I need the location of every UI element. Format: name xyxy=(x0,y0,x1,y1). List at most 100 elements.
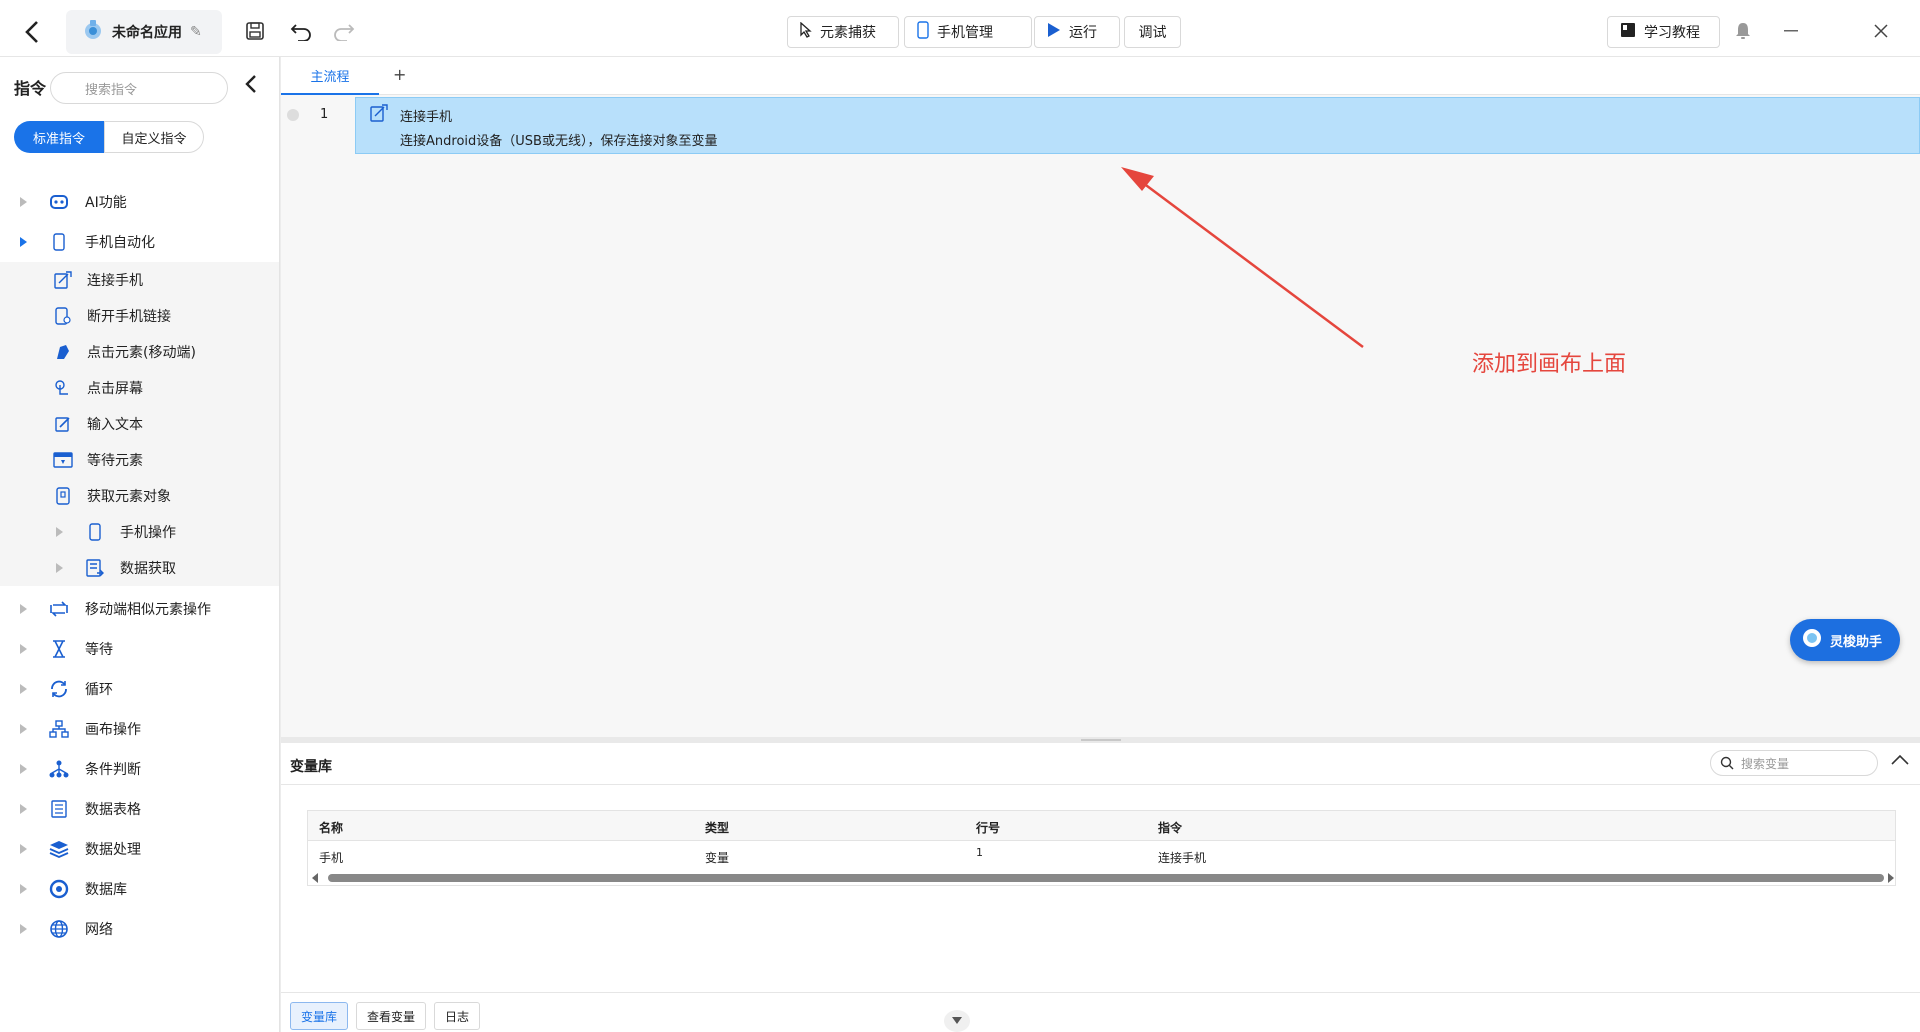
phone-manage-button[interactable]: 手机管理 xyxy=(904,16,1032,48)
expand-down-icon[interactable] xyxy=(944,1010,970,1032)
back-icon[interactable] xyxy=(20,18,44,46)
sidebar-item-database[interactable]: 数据库 xyxy=(0,869,279,909)
edit-icon[interactable]: ✎ xyxy=(190,24,202,40)
sidebar-item-label: 移动端相似元素操作 xyxy=(85,602,211,618)
expand-arrow-icon xyxy=(20,884,27,894)
scroll-right-icon[interactable] xyxy=(1888,873,1894,883)
debug-label: 调试 xyxy=(1138,25,1167,41)
bottom-tab-log[interactable]: 日志 xyxy=(434,1002,480,1030)
variable-panel-title: 变量库 xyxy=(290,759,332,775)
sidebar-item-wait[interactable]: 等待 xyxy=(0,629,279,669)
variable-search-placeholder: 搜索变量 xyxy=(1741,756,1790,771)
scroll-left-icon[interactable] xyxy=(312,873,318,883)
sidebar-item-wait-element[interactable]: 等待元素 xyxy=(0,442,279,478)
database-icon xyxy=(48,878,70,900)
sidebar-item-disconnect-phone[interactable]: 断开手机链接 xyxy=(0,298,279,334)
hourglass-icon xyxy=(48,638,70,660)
globe-icon xyxy=(48,918,70,940)
debug-button[interactable]: 调试 xyxy=(1124,16,1181,48)
column-header-name: 名称 xyxy=(319,821,344,835)
save-icon[interactable] xyxy=(244,20,266,42)
sidebar-item-label: 画布操作 xyxy=(85,722,141,738)
minimize-icon[interactable] xyxy=(1780,20,1802,42)
sidebar-item-phone-automation[interactable]: 手机自动化 xyxy=(0,222,279,262)
cell-var-name[interactable]: 手机 xyxy=(319,849,343,866)
expand-arrow-icon xyxy=(20,724,27,734)
sidebar-item-condition[interactable]: 条件判断 xyxy=(0,749,279,789)
sidebar-item-phone-operation[interactable]: 手机操作 xyxy=(0,514,279,550)
sidebar-item-label: 循环 xyxy=(85,682,113,698)
book-icon xyxy=(1620,22,1636,42)
phone-manage-label: 手机管理 xyxy=(937,25,993,41)
sidebar-item-similar-elements[interactable]: 移动端相似元素操作 xyxy=(0,589,279,629)
sidebar-item-canvas[interactable]: 画布操作 xyxy=(0,709,279,749)
sidebar-item-network[interactable]: 网络 xyxy=(0,909,279,949)
sidebar-item-data-table[interactable]: 数据表格 xyxy=(0,789,279,829)
tutorial-button[interactable]: 学习教程 xyxy=(1607,16,1720,48)
flow-canvas: 主流程 + 1 连接手机 连接Android设备（USB或无线），保存连接对象至… xyxy=(281,57,1920,737)
collapse-panel-icon[interactable] xyxy=(1891,754,1909,770)
sidebar-item-input-text[interactable]: 输入文本 xyxy=(0,406,279,442)
tab-standard-commands[interactable]: 标准指令 xyxy=(14,121,104,153)
bell-icon[interactable] xyxy=(1733,20,1753,42)
variable-panel: 变量库 搜索变量 名称 类型 行号 指令 手机 变量 1 连接手机 变量库 查看… xyxy=(281,743,1920,1032)
sidebar-item-loop[interactable]: 循环 xyxy=(0,669,279,709)
resize-grip xyxy=(1081,739,1121,741)
expanded-arrow-icon xyxy=(20,237,27,247)
expand-arrow-icon xyxy=(20,197,27,207)
sidebar-item-ai[interactable]: AI功能 xyxy=(0,182,279,222)
command-search-placeholder: 搜索指令 xyxy=(85,82,138,98)
undo-icon[interactable] xyxy=(289,20,313,42)
element-capture-label: 元素捕获 xyxy=(820,25,876,41)
command-sidebar: 指令 搜索指令 标准指令 自定义指令 AI功能 手机自动化 连接手机 断开手机链… xyxy=(0,57,280,1032)
expand-arrow-icon xyxy=(56,527,63,537)
run-button[interactable]: 运行 xyxy=(1034,16,1120,48)
bottom-tab-view-variables[interactable]: 查看变量 xyxy=(356,1002,426,1030)
sidebar-item-data-fetch[interactable]: 数据获取 xyxy=(0,550,279,586)
sidebar-title: 指令 xyxy=(14,79,47,98)
phone-icon xyxy=(917,21,929,43)
sidebar-item-connect-phone[interactable]: 连接手机 xyxy=(0,262,279,298)
element-capture-button[interactable]: 元素捕获 xyxy=(787,16,899,48)
sidebar-item-tap-screen[interactable]: 点击屏幕 xyxy=(0,370,279,406)
sidebar-item-label: 数据处理 xyxy=(85,842,141,858)
loop-icon xyxy=(48,678,70,700)
tab-custom-label: 自定义指令 xyxy=(121,131,187,147)
tab-custom-commands[interactable]: 自定义指令 xyxy=(104,121,204,153)
data-fetch-icon xyxy=(84,557,106,579)
connect-phone-icon xyxy=(52,269,74,291)
expand-arrow-icon xyxy=(20,804,27,814)
table-header xyxy=(308,811,1895,841)
app-name-label: 未命名应用 xyxy=(112,25,182,41)
variable-table: 名称 类型 行号 指令 手机 变量 1 连接手机 xyxy=(307,810,1896,886)
sidebar-item-label: 获取元素对象 xyxy=(87,489,171,505)
panel-divider xyxy=(281,784,1920,785)
sidebar-item-data-processing[interactable]: 数据处理 xyxy=(0,829,279,869)
close-icon[interactable] xyxy=(1870,20,1892,42)
command-search-input[interactable]: 搜索指令 xyxy=(50,72,228,104)
bottom-tab-label: 查看变量 xyxy=(366,1009,415,1024)
expand-arrow-icon xyxy=(20,844,27,854)
phone-operation-icon xyxy=(84,521,106,543)
collapse-sidebar-icon[interactable] xyxy=(244,73,266,101)
sidebar-item-label: 点击元素(移动端) xyxy=(87,345,196,361)
assistant-button[interactable]: 灵梭助手 xyxy=(1790,619,1900,661)
wait-element-icon xyxy=(52,449,74,471)
variable-search-input[interactable]: 搜索变量 xyxy=(1710,750,1878,776)
bottom-tab-label: 变量库 xyxy=(300,1009,337,1024)
sidebar-item-label: 手机操作 xyxy=(120,525,176,541)
table-icon xyxy=(48,798,70,820)
sidebar-item-label: 点击屏幕 xyxy=(87,381,143,397)
sidebar-item-get-element[interactable]: 获取元素对象 xyxy=(0,478,279,514)
tab-standard-label: 标准指令 xyxy=(32,131,85,147)
sidebar-item-tap-element[interactable]: 点击元素(移动端) xyxy=(0,334,279,370)
bottom-tab-varlib[interactable]: 变量库 xyxy=(290,1002,348,1030)
app-name-button[interactable]: 未命名应用 ✎ xyxy=(66,10,222,54)
bottom-tab-label: 日志 xyxy=(444,1009,469,1024)
horizontal-scrollbar[interactable] xyxy=(328,874,1884,882)
sidebar-item-label: 等待 xyxy=(85,642,113,658)
similar-elements-icon xyxy=(48,598,70,620)
disconnect-phone-icon xyxy=(52,305,74,327)
redo-icon[interactable] xyxy=(332,20,356,42)
search-icon xyxy=(1720,756,1734,773)
